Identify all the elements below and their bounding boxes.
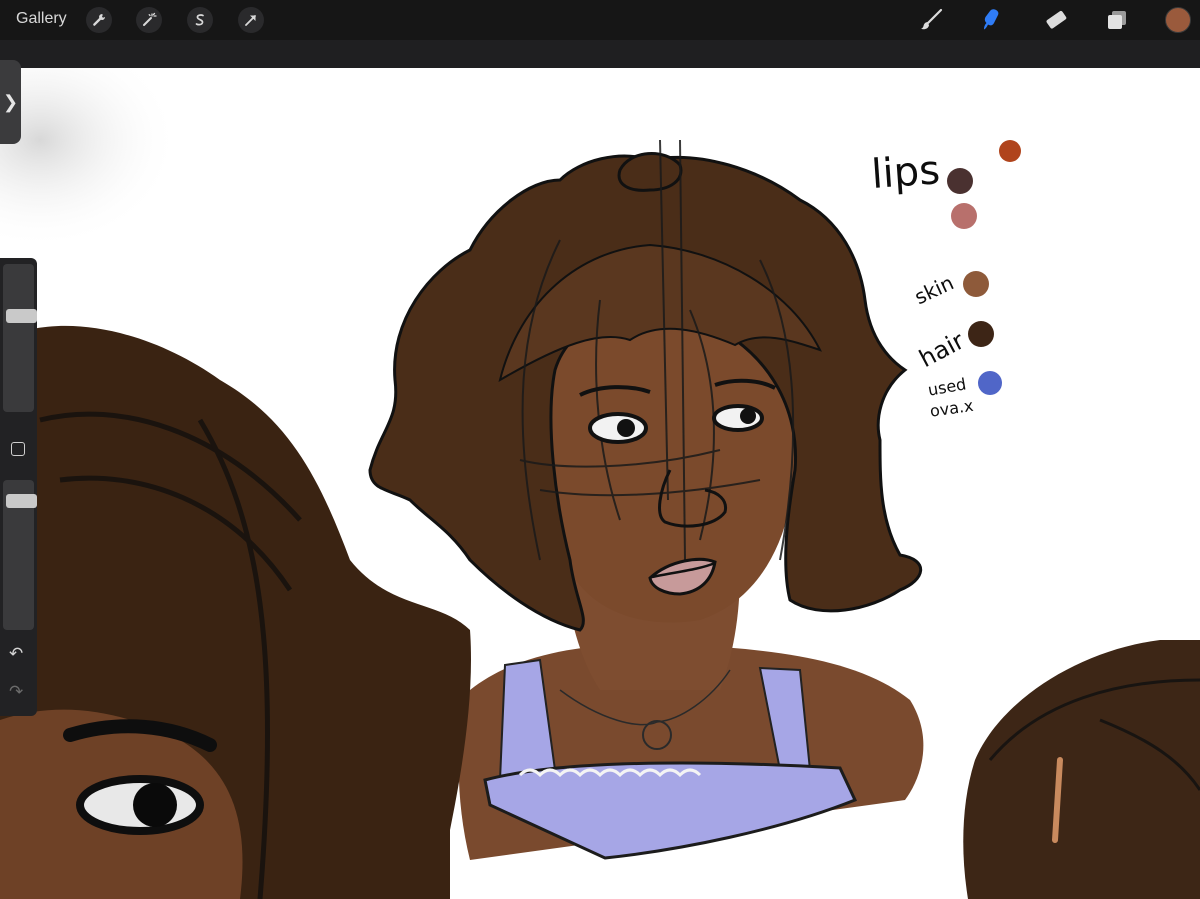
chevron-right-icon: ❯: [2, 91, 19, 112]
modify-button[interactable]: [11, 442, 25, 456]
skin-label: skin: [911, 270, 958, 309]
brush-size-slider[interactable]: [3, 264, 37, 412]
color-picker-button[interactable]: [1165, 7, 1191, 33]
right-hair: [963, 640, 1200, 899]
smudge-icon[interactable]: [980, 6, 1008, 34]
top-toolbar: Gallery: [0, 0, 1200, 40]
transform-arrow-icon[interactable]: [238, 7, 264, 33]
selection-icon[interactable]: [187, 7, 213, 33]
grey-smudge: [0, 68, 180, 250]
sidebar: ↶ ↷: [0, 258, 37, 716]
layers-icon[interactable]: [1103, 6, 1131, 34]
redo-icon[interactable]: ↷: [9, 682, 23, 702]
gallery-button[interactable]: Gallery: [16, 10, 67, 28]
opacity-thumb[interactable]: [6, 493, 37, 508]
hair-label: hair: [915, 326, 969, 373]
swatch-accent-red: [999, 140, 1021, 162]
swatch-lips-dark: [947, 168, 973, 194]
artwork: lips skin hair used ova.x: [0, 68, 1200, 899]
other-label: ova.x: [929, 396, 975, 421]
swatch-lips-pink: [951, 203, 977, 229]
brush-size-thumb[interactable]: [6, 309, 37, 324]
undo-icon[interactable]: ↶: [9, 644, 23, 664]
swatch-skin: [963, 271, 989, 297]
eraser-icon[interactable]: [1042, 6, 1070, 34]
swatch-used-blue: [978, 371, 1002, 395]
toolbar-divider: [0, 40, 1200, 68]
opacity-slider[interactable]: [3, 480, 37, 630]
sidebar-toggle[interactable]: ❯: [0, 60, 21, 144]
swatch-hair: [968, 321, 994, 347]
left-pupil: [133, 783, 177, 827]
used-label: used: [926, 374, 967, 399]
right-character: [963, 640, 1200, 899]
brush-icon[interactable]: [918, 6, 946, 34]
pupil-right: [740, 408, 756, 424]
pupil-left: [617, 419, 635, 437]
lips-label: lips: [870, 147, 942, 198]
drawing-canvas[interactable]: lips skin hair used ova.x: [0, 68, 1200, 899]
magic-wand-icon[interactable]: [136, 7, 162, 33]
wrench-icon[interactable]: [86, 7, 112, 33]
hair-bun: [617, 152, 683, 192]
